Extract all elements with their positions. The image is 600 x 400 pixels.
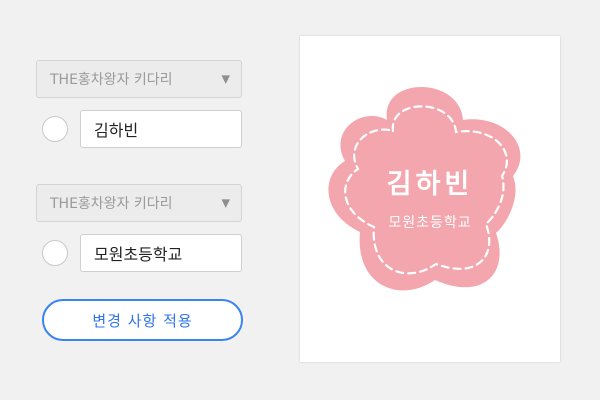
school-font-select[interactable]: THE홍차왕자 키다리 ▼ [36, 184, 242, 222]
chevron-down-icon: ▼ [221, 72, 230, 86]
name-font-select[interactable]: THE홍차왕자 키다리 ▼ [36, 60, 242, 98]
apply-changes-label: 변경 사항 적용 [92, 311, 193, 330]
school-input-value: 모원초등학교 [94, 245, 183, 264]
name-font-select-value: THE홍차왕자 키다리 [50, 72, 173, 88]
school-font-select-value: THE홍차왕자 키다리 [50, 196, 173, 212]
preview-name-text: 김하빈 [386, 169, 474, 200]
apply-changes-button[interactable]: 변경 사항 적용 [42, 299, 243, 341]
school-radio[interactable] [42, 240, 68, 266]
name-radio[interactable] [42, 116, 68, 142]
label-preview: 김하빈 모원초등학교 [300, 36, 560, 362]
name-input-value: 김하빈 [94, 121, 139, 140]
name-input[interactable]: 김하빈 [80, 110, 242, 148]
school-input[interactable]: 모원초등학교 [80, 234, 242, 272]
preview-school-text: 모원초등학교 [388, 215, 472, 231]
chevron-down-icon: ▼ [221, 196, 230, 210]
